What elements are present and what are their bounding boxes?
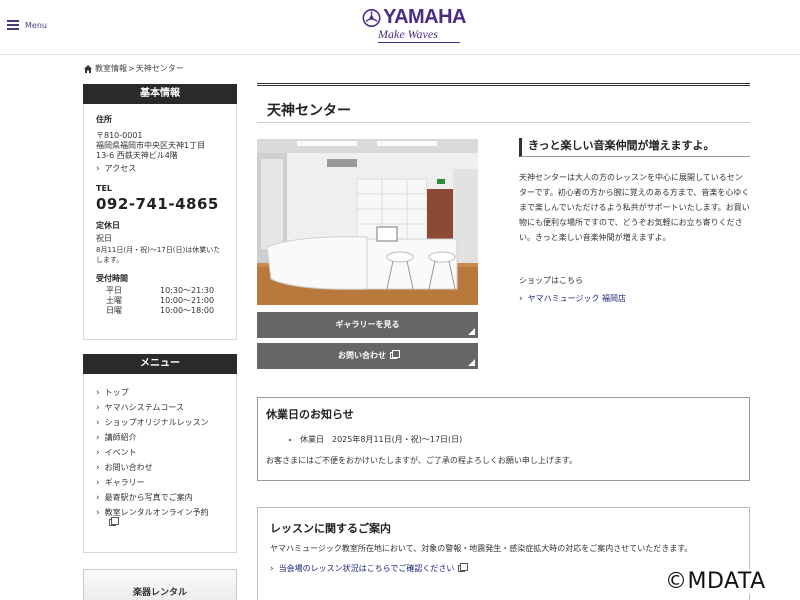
menu-item-gallery[interactable]: › ギャラリー (96, 478, 224, 488)
menu-heading: メニュー (83, 354, 237, 374)
menu-box: メニュー › トップ › ヤマハシステムコース › ショップオリジナルレッスン › 講師… (83, 354, 237, 553)
address-label: 住所 (96, 115, 112, 124)
gallery-button[interactable]: ギャラリーを見る (257, 312, 478, 338)
menu-item-original-lesson[interactable]: › ショップオリジナルレッスン (96, 418, 224, 428)
lesson-info-text: ヤマハミュージック教室所在地において、対象の警報・地震発生・感染症拡大時の対応を… (270, 544, 693, 553)
external-link-icon (108, 517, 119, 526)
address-line-1: 福岡県福岡市中央区天神1丁目 (96, 141, 206, 150)
tuning-fork-emblem-icon (362, 8, 381, 27)
shop-label: ショップはこちら (519, 276, 583, 285)
chevron-right-icon: › (96, 493, 100, 503)
menu-item-station-guide[interactable]: › 最寄駅から写真でご案内 (96, 493, 224, 503)
site-header: Menu YAMAHA Make Waves (0, 0, 800, 55)
closed-day-label: 定休日 (96, 221, 120, 230)
menu-item-label: 講師紹介 (104, 433, 137, 442)
chevron-right-icon: › (270, 563, 274, 574)
breadcrumb-separator: > (128, 64, 135, 73)
menu-item-top[interactable]: › トップ (96, 388, 224, 398)
home-icon[interactable] (84, 64, 92, 73)
menu-item-label: トップ (104, 388, 129, 397)
yamaha-logo[interactable]: YAMAHA Make Waves (362, 6, 466, 50)
closed-day: 祝日 (96, 234, 112, 243)
breadcrumb-current: 天神センター (135, 64, 184, 73)
holiday-notice: 休業日のお知らせ 休業日 2025年8月11日(月・祝)～17日(日) お客さま… (257, 397, 750, 481)
access-link-label: アクセス (104, 164, 137, 173)
tel-label: TEL (96, 184, 113, 193)
menu-item-label: イベント (104, 448, 137, 457)
holiday-notice-item: 休業日 2025年8月11日(月・祝)～17日(日) (300, 434, 741, 445)
hours-day: 日曜 (106, 306, 122, 315)
menu-item-label: 教室レンタルオンライン予約 (104, 508, 209, 517)
menu-item-label: お問い合わせ (104, 463, 153, 472)
hours-time: 10:00～18:00 (160, 306, 215, 315)
menu-item-contact[interactable]: › お問い合わせ (96, 463, 224, 473)
chevron-right-icon: › (519, 293, 523, 304)
closed-note: 8月11日(月・祝)～17日(日)は休業いたします。 (96, 246, 221, 264)
chevron-right-icon: › (96, 478, 100, 488)
holiday-notice-note: お客さまにはご不便をおかけいたしますが、ご了承の程よろしくお願い申し上げます。 (266, 456, 578, 465)
postal-code: 〒810-0001 (96, 131, 143, 140)
menu-item-label: 最寄駅から写真でご案内 (104, 493, 193, 502)
lesson-status-link-label: 当会場のレッスン状況はこちらでご確認ください (278, 564, 455, 573)
address-line-2: 13-6 西鉄天神ビル4階 (96, 151, 178, 160)
holiday-notice-heading: 休業日のお知らせ (266, 408, 354, 421)
logo-wordmark: YAMAHA (383, 6, 466, 28)
chevron-right-icon: › (96, 448, 100, 458)
tel-number[interactable]: 092-741-4865 (96, 195, 224, 213)
breadcrumb-item-classroom[interactable]: 教室情報 (95, 63, 127, 74)
gallery-button-label: ギャラリーを見る (335, 320, 400, 329)
menu-item-teachers[interactable]: › 講師紹介 (96, 433, 224, 443)
page-title-bar: 天神センター (257, 83, 750, 123)
menu-label: Menu (25, 20, 47, 30)
chevron-right-icon: › (96, 418, 100, 428)
basic-info-heading: 基本情報 (83, 84, 237, 104)
menu-item-label: ヤマハシステムコース (104, 403, 184, 412)
hours-table: 平日 10:30～21:30 土曜 10:00～21:00 日曜 10:00～1… (96, 286, 224, 316)
basic-info-box: 基本情報 住所 〒810-0001 福岡県福岡市中央区天神1丁目 13-6 西鉄… (83, 84, 237, 340)
hours-day: 平日 (106, 286, 122, 295)
shop-link-label: ヤマハミュージック 福岡店 (527, 294, 626, 303)
instrument-rental-button[interactable]: 楽器レンタル (83, 569, 237, 600)
menu-item-label: ショップオリジナルレッスン (104, 418, 209, 427)
external-link-icon (458, 563, 469, 572)
menu-item-label: ギャラリー (104, 478, 145, 487)
page-title: 天神センター (267, 103, 351, 119)
chevron-right-icon: › (96, 463, 100, 473)
hamburger-icon (7, 20, 19, 30)
lesson-info-heading: レッスンに関するご案内 (270, 522, 391, 535)
center-intro: 天神センターは大人の方のレッスンを中心に展開しているセンターです。初心者の方から… (519, 173, 750, 242)
center-lobby-photo (257, 139, 478, 305)
breadcrumb: 教室情報 > 天神センター (84, 63, 184, 74)
chevron-right-icon: › (96, 403, 100, 413)
external-link-icon (390, 350, 400, 359)
contact-button-label: お問い合わせ (338, 351, 386, 360)
hours-day: 土曜 (106, 296, 122, 305)
hours-time: 10:30～21:30 (160, 286, 215, 295)
catch-copy: きっと楽しい音楽仲間が増えますよ。 (519, 138, 750, 157)
watermark: ©MDATA (665, 569, 766, 594)
chevron-right-icon: › (96, 163, 100, 174)
menu-item-system-course[interactable]: › ヤマハシステムコース (96, 403, 224, 413)
shop-link[interactable]: › ヤマハミュージック 福岡店 (519, 293, 626, 304)
logo-tagline: Make Waves (378, 27, 460, 43)
menu-item-events[interactable]: › イベント (96, 448, 224, 458)
hours-time: 10:00～21:00 (160, 296, 215, 305)
menu-item-room-rental[interactable]: › 教室レンタルオンライン予約 (96, 508, 224, 528)
hours-label: 受付時間 (96, 274, 128, 283)
menu-button[interactable]: Menu (7, 20, 47, 30)
chevron-right-icon: › (96, 388, 100, 398)
chevron-right-icon: › (96, 433, 100, 443)
chevron-right-icon: › (96, 508, 100, 518)
contact-button[interactable]: お問い合わせ (257, 343, 478, 369)
access-link[interactable]: › アクセス (96, 163, 224, 174)
